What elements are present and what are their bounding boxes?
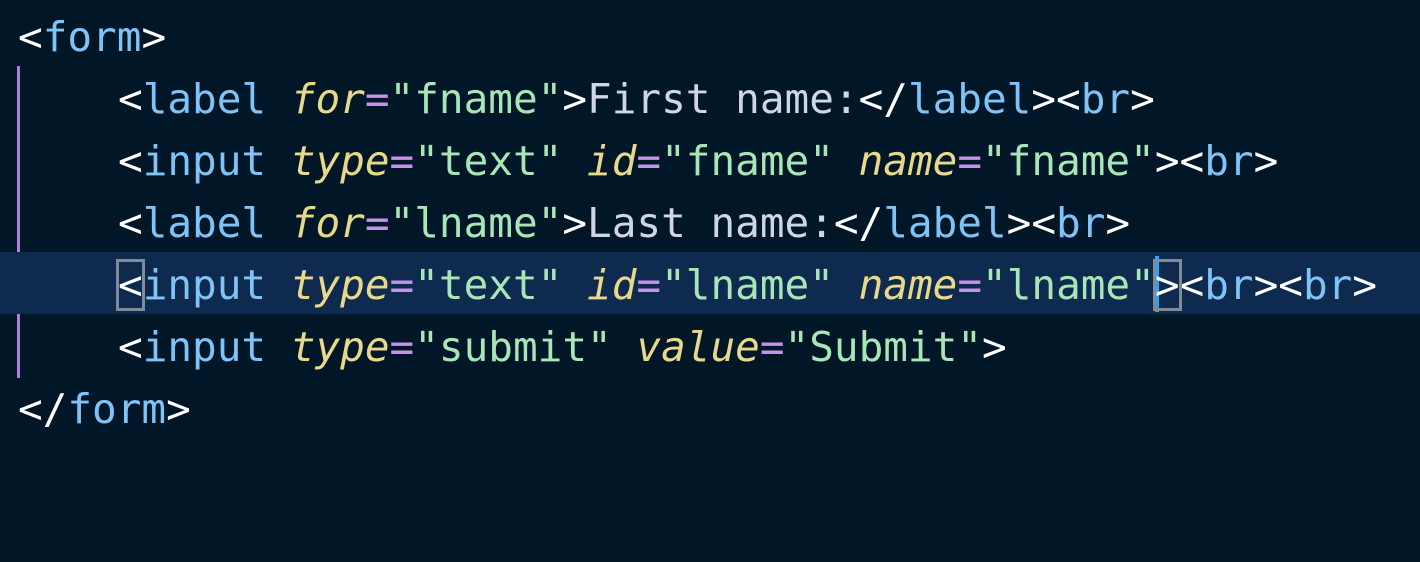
attribute-value: "lname" bbox=[389, 199, 563, 247]
tag-name: input bbox=[142, 323, 267, 371]
tag-bracket: < bbox=[1031, 199, 1057, 247]
code-line-content: <label for="fname">First name:</label><b… bbox=[118, 68, 1155, 130]
equals-sign: = bbox=[364, 75, 390, 123]
tag-bracket: > bbox=[1130, 75, 1155, 123]
attribute-value: "fname" bbox=[661, 137, 834, 185]
tag-name: label bbox=[907, 75, 1032, 123]
code-line[interactable]: <input type="text" id="fname" name="fnam… bbox=[0, 128, 1420, 190]
attribute-value: "text" bbox=[414, 261, 563, 309]
tag-name: br bbox=[1204, 261, 1254, 309]
attribute-value: "submit" bbox=[414, 323, 612, 371]
code-line-current[interactable]: <input type="text" id="lname" name="lnam… bbox=[0, 252, 1420, 314]
tag-name: br bbox=[1302, 261, 1353, 309]
tag-name: br bbox=[1056, 199, 1106, 247]
equals-sign: = bbox=[759, 323, 785, 371]
code-line[interactable]: <form> bbox=[0, 4, 1420, 66]
tag-name: br bbox=[1080, 75, 1131, 123]
code-line-content: <input type="submit" value="Submit"> bbox=[118, 316, 1007, 378]
attribute-value: "fname" bbox=[389, 75, 563, 123]
tag-bracket: > bbox=[1154, 137, 1180, 185]
equals-sign: = bbox=[389, 323, 415, 371]
attribute-name: value bbox=[636, 323, 760, 371]
attribute-value: "lname" bbox=[661, 261, 834, 309]
tag-bracket: > bbox=[1105, 199, 1131, 247]
attribute-name: for bbox=[290, 199, 365, 247]
attribute-value: "text" bbox=[414, 137, 563, 185]
attribute-name: name bbox=[858, 261, 958, 309]
tag-bracket: </ bbox=[833, 199, 884, 247]
code-line-content: </form> bbox=[18, 378, 191, 440]
code-line[interactable]: <input type="submit" value="Submit"> bbox=[0, 314, 1420, 376]
attribute-name: id bbox=[587, 137, 637, 185]
code-line-content: <form> bbox=[18, 6, 166, 68]
attribute-value: "lname" bbox=[982, 261, 1155, 309]
equals-sign: = bbox=[636, 137, 662, 185]
tag-bracket: > bbox=[1006, 199, 1032, 247]
tag-bracket: > bbox=[562, 199, 588, 247]
tag-name: label bbox=[142, 75, 267, 123]
tag-name: br bbox=[1204, 137, 1254, 185]
tag-bracket: > bbox=[141, 13, 167, 61]
code-line[interactable]: <label for="fname">First name:</label><b… bbox=[0, 66, 1420, 128]
tag-bracket: > bbox=[1031, 75, 1057, 123]
code-editor[interactable]: <form> <label for="fname">First name:</l… bbox=[0, 0, 1420, 434]
attribute-name: type bbox=[290, 323, 390, 371]
tag-bracket: < bbox=[118, 199, 143, 247]
matched-bracket-open: < bbox=[116, 259, 145, 311]
attribute-value: "Submit" bbox=[784, 323, 982, 371]
tag-bracket: < bbox=[18, 13, 43, 61]
tag-bracket: > bbox=[1253, 137, 1279, 185]
code-line-content: <input type="text" id="fname" name="fnam… bbox=[118, 130, 1278, 192]
text-content: First name: bbox=[587, 75, 859, 123]
tag-bracket: > bbox=[982, 323, 1007, 371]
equals-sign: = bbox=[957, 261, 983, 309]
tag-bracket: > bbox=[1253, 261, 1279, 309]
matched-bracket-close: > bbox=[1152, 259, 1182, 311]
tag-bracket: < bbox=[1056, 75, 1081, 123]
equals-sign: = bbox=[389, 261, 415, 309]
equals-sign: = bbox=[636, 261, 662, 309]
attribute-name: type bbox=[290, 261, 390, 309]
tag-bracket: > bbox=[166, 385, 191, 433]
code-line[interactable]: <label for="lname">Last name:</label><br… bbox=[0, 190, 1420, 252]
equals-sign: = bbox=[364, 199, 390, 247]
attribute-name: name bbox=[858, 137, 958, 185]
tag-name: form bbox=[67, 385, 167, 433]
tag-name: input bbox=[142, 137, 267, 185]
code-line-content: <label for="lname">Last name:</label><br… bbox=[118, 192, 1130, 254]
tag-bracket: </ bbox=[18, 385, 68, 433]
text-content: Last name: bbox=[587, 199, 834, 247]
tag-bracket: < bbox=[118, 137, 143, 185]
tag-bracket: < bbox=[118, 323, 143, 371]
tag-bracket: > bbox=[1352, 261, 1377, 309]
tag-bracket: < bbox=[1179, 137, 1205, 185]
tag-bracket: </ bbox=[858, 75, 908, 123]
code-line[interactable]: </form> bbox=[0, 376, 1420, 438]
attribute-name: id bbox=[587, 261, 637, 309]
attribute-name: type bbox=[290, 137, 390, 185]
attribute-value: "fname" bbox=[982, 137, 1155, 185]
tag-bracket: > bbox=[562, 75, 588, 123]
equals-sign: = bbox=[389, 137, 415, 185]
tag-bracket: < bbox=[1179, 261, 1205, 309]
tag-name: label bbox=[883, 199, 1007, 247]
tag-bracket: < bbox=[118, 75, 143, 123]
tag-name: label bbox=[142, 199, 267, 247]
attribute-name: for bbox=[290, 75, 365, 123]
code-line-content: <input type="text" id="lname" name="lnam… bbox=[116, 254, 1377, 316]
tag-name: input bbox=[142, 261, 267, 309]
equals-sign: = bbox=[957, 137, 983, 185]
tag-bracket: < bbox=[1278, 261, 1303, 309]
tag-name: form bbox=[42, 13, 142, 61]
